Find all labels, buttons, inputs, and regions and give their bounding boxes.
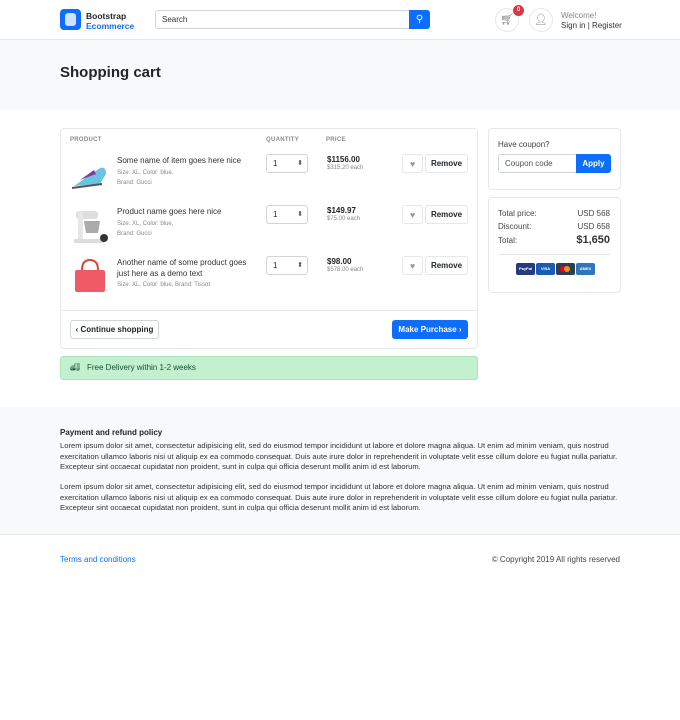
heart-icon: ♥ [409,159,416,169]
item-unit-price: $315.20 each [327,165,364,171]
coupon-card: Have coupon? Coupon code Apply [488,128,621,190]
product-name[interactable]: Product name goes here nice [117,206,247,217]
header: Bootstrap Ecommerce Search ⚲ 🛒︎ 0 👤︎ Welc… [0,0,680,40]
continue-shopping-button[interactable]: ‹ Continue shopping [70,320,159,339]
wishlist-button[interactable]: ♥ [402,205,423,224]
brand[interactable]: Bootstrap Ecommerce [86,11,134,31]
apply-button[interactable]: Apply [576,154,611,173]
wishlist-button[interactable]: ♥ [402,154,423,173]
cart-count-badge: 0 [513,5,524,16]
page-title: Shopping cart [60,64,161,81]
brand-line1: Bootstrap [86,11,127,21]
summary-card: Total price: USD 568 Discount: USD 658 T… [488,197,621,293]
visa-icon: VISA [536,263,555,275]
product-meta: Size: XL, Color: blue, Brand: Tissot [117,280,210,290]
discount-value: USD 658 [577,222,610,231]
heart-icon: ♥ [409,261,416,271]
product-meta-line: Size: XL, Color: blue, [117,170,174,176]
cart-row: Another name of some product goes just h… [61,251,477,299]
item-price: $1156.00 [327,155,360,164]
brand-line2: Ecommerce [86,21,135,31]
paypal-icon: PayPal [516,263,535,275]
delivery-alert: 🚚︎ Free Delivery within 1-2 weeks [60,356,478,380]
user-icon: 👤︎ [534,14,548,26]
product-meta: Size: XL, Color: blue, Brand: Gucci [117,219,173,239]
quantity-select[interactable]: 1 [266,205,308,224]
product-meta-line: Size: XL, Color: blue, [117,221,174,227]
policy-paragraph: Lorem ipsum dolor sit amet, consectetur … [60,482,618,512]
product-meta-line: Size: XL, Color: blue, Brand: Tissot [117,282,211,288]
divider [61,310,477,311]
remove-button[interactable]: Remove [425,154,468,173]
logo-icon[interactable] [60,9,81,30]
coupon-label: Have coupon? [498,140,550,149]
quantity-select[interactable]: 1 [266,256,308,275]
product-name[interactable]: Another name of some product goes just h… [117,257,247,279]
cart-icon: 🛒︎ [500,14,514,26]
wishlist-button[interactable]: ♥ [402,256,423,275]
product-thumbnail [70,256,110,298]
remove-button[interactable]: Remove [425,205,468,224]
header-quantity: QUANTITY [266,137,300,143]
search-input[interactable]: Search [155,10,410,29]
product-thumbnail [70,154,110,196]
total-value: $1,650 [576,234,610,246]
search-icon: ⚲ [415,14,424,25]
cart-row: Product name goes here nice Size: XL, Co… [61,200,477,248]
product-thumbnail [70,205,110,247]
heart-icon: ♥ [409,210,416,220]
cart-card: PRODUCT QUANTITY PRICE Some name of item… [60,128,478,349]
welcome-text: Welcome! [561,11,597,20]
divider [498,254,611,255]
delivery-text: Free Delivery within 1-2 weeks [87,363,196,372]
item-price: $149.97 [327,206,356,215]
product-meta: Size: XL, Color: blue, Brand: Gucci [117,168,173,188]
register-link[interactable]: Register [592,21,622,30]
discount-label: Discount: [498,222,532,231]
header-product: PRODUCT [70,137,102,143]
item-unit-price: $75.00 each [327,216,361,222]
total-label: Total: [498,236,518,245]
header-price: PRICE [326,137,346,143]
policy-paragraph: Lorem ipsum dolor sit amet, consectetur … [60,441,618,471]
quantity-select[interactable]: 1 [266,154,308,173]
sign-in-link[interactable]: Sign in [561,21,585,30]
user-avatar[interactable]: 👤︎ [529,8,553,32]
cart-row: Some name of item goes here nice Size: X… [61,149,477,197]
copyright: © Copyright 2019 All rights reserved [491,555,620,564]
remove-button[interactable]: Remove [425,256,468,275]
item-price: $98.00 [327,257,352,266]
separator: | [587,21,590,30]
policy-title: Payment and refund policy [60,428,163,437]
product-meta-line: Brand: Gucci [117,231,152,237]
search-button[interactable]: ⚲ [409,10,430,29]
total-price-value: USD 568 [577,209,610,218]
continue-label: Continue shopping [80,325,154,334]
mastercard-icon [556,263,575,275]
account-links: Welcome! Sign in | Register [561,11,622,31]
make-purchase-button[interactable]: Make Purchase › [392,320,468,339]
product-meta-line: Brand: Gucci [117,180,152,186]
item-unit-price: $578.00 each [327,267,364,273]
terms-link[interactable]: Terms and conditions [60,555,136,564]
purchase-label: Make Purchase [398,325,457,334]
product-name[interactable]: Some name of item goes here nice [117,155,247,166]
amex-icon: AMEX [576,263,595,275]
total-price-label: Total price: [498,209,537,218]
truck-icon: 🚚︎ [70,363,81,372]
coupon-input[interactable]: Coupon code [498,154,577,173]
